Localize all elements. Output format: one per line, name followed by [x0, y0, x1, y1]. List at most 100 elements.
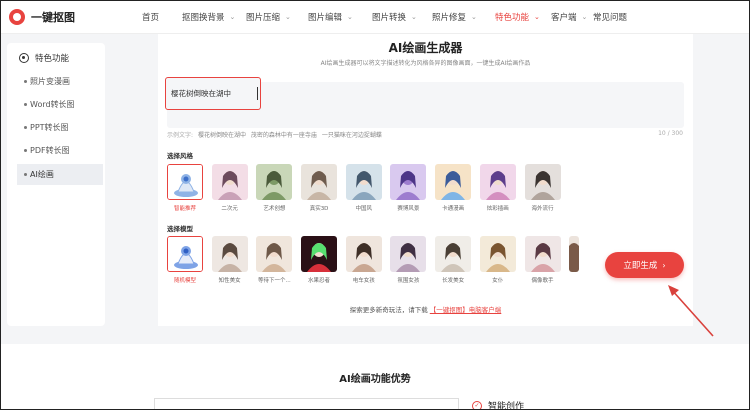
model-option-label: 氛围女孩 — [397, 278, 420, 284]
model-thumbnail — [256, 236, 293, 272]
model-option-label: 电车女孩 — [352, 278, 375, 284]
model-option-label: 水果忍者 — [308, 278, 331, 284]
style-option-label: 智能推荐 — [173, 206, 196, 212]
nav-item-label: 图片压缩 — [246, 12, 281, 23]
style-option-label: 卡通漫画 — [442, 206, 465, 212]
sidebar-item-4[interactable]: PDF转长图 — [17, 140, 103, 161]
example-prompt-3[interactable]: 一只猫咪在河边捉蝴蝶 — [322, 132, 382, 139]
example-prompt-1[interactable]: 樱花树倒映在湖中 — [198, 132, 246, 139]
sidebar: 特色功能 照片变漫画 Word转长图 PPT转长图 PDF转长图 AI绘画 — [7, 43, 105, 326]
logo-icon — [9, 8, 25, 25]
generator-card: AI绘画生成器 AI绘画生成器可以将文字描述转化为风格各异的图像画面，一键生成A… — [158, 34, 693, 326]
model-option-4[interactable]: 水果忍者 — [301, 236, 338, 284]
text-caret — [257, 87, 258, 100]
style-thumbnail — [524, 164, 561, 200]
nav-item-label: 客户端 — [551, 12, 577, 23]
nav-item-3[interactable]: 图片压缩 ⌄ — [246, 11, 308, 23]
model-thumbnail — [435, 236, 472, 272]
style-option-label: 海外流行 — [531, 206, 554, 212]
nav-item-6[interactable]: 照片修复 ⌄ — [432, 11, 495, 23]
sidebar-item-1[interactable]: 照片变漫画 — [17, 71, 103, 92]
model-thumbnail — [167, 236, 203, 272]
style-thumbnail — [167, 164, 203, 200]
advantage-feature-label: 智能创作 — [488, 402, 525, 410]
style-option-5[interactable]: 中国风 — [345, 164, 382, 212]
sidebar-item-5[interactable]: AI绘画 — [17, 164, 103, 185]
sidebar-header: 特色功能 — [7, 43, 105, 64]
model-option-label: 偶像歌手 — [531, 278, 554, 284]
generate-button[interactable]: 立即生成 › — [605, 252, 684, 278]
model-option-8[interactable]: 女仆 — [479, 236, 516, 284]
download-client-link[interactable]: 【一键抠图】电脑客户端 — [430, 306, 502, 314]
advantage-preview — [154, 398, 459, 410]
style-option-6[interactable]: 赛博风景 — [390, 164, 427, 212]
style-thumbnail — [479, 164, 516, 200]
nav-item-4[interactable]: 图片编辑 ⌄ — [308, 11, 372, 23]
target-icon — [19, 53, 29, 63]
style-option-label: 二次元 — [221, 206, 238, 212]
style-option-2[interactable]: 二次元 — [211, 164, 248, 212]
logo[interactable]: 一键抠图 — [9, 8, 119, 25]
style-section-label: 选择风格 — [167, 152, 193, 160]
model-thumbnail — [301, 236, 338, 272]
chevron-down-icon: ⌄ — [471, 12, 477, 21]
style-thumbnail — [435, 164, 472, 200]
example-prompts: 示例文字: 樱花树倒映在湖中 茂密的森林中有一座寺庙 一只猫咪在河边捉蝴蝶 — [167, 130, 382, 139]
style-options: 智能推荐 二次元 艺术创想 真实3D 中国风 赛博风景 卡通漫画 炫彩插画 海外流行 — [167, 164, 569, 212]
style-option-label: 中国风 — [355, 206, 372, 212]
style-thumbnail — [301, 164, 338, 200]
model-options: 随机模型 知性美女 等待下一个... 水果忍者 电车女孩 氛围女孩 长发美女 女仆 偶像歌手 — [167, 236, 580, 284]
sidebar-item-3[interactable]: PPT转长图 — [17, 117, 103, 138]
nav-item-9[interactable]: 常见问题 — [593, 11, 633, 23]
model-option-label: 等待下一个... — [258, 278, 291, 284]
model-thumbnail — [390, 236, 427, 272]
sidebar-item-2[interactable]: Word转长图 — [17, 94, 103, 115]
model-thumbnail — [479, 236, 516, 272]
nav-item-7[interactable]: 特色功能 ⌄ — [495, 11, 551, 23]
model-option-3[interactable]: 等待下一个... — [256, 236, 293, 284]
model-option-label: 女仆 — [492, 278, 504, 284]
advantages-title: AI绘画功能优势 — [339, 374, 411, 385]
style-option-1[interactable]: 智能推荐 — [167, 164, 203, 212]
chevron-down-icon: ⌄ — [229, 12, 236, 21]
model-thumbnail-partial[interactable] — [569, 236, 580, 272]
model-option-7[interactable]: 长发美女 — [435, 236, 472, 284]
style-option-7[interactable]: 卡通漫画 — [435, 164, 472, 212]
example-prompt-2[interactable]: 茂密的森林中有一座寺庙 — [251, 132, 317, 139]
model-option-6[interactable]: 氛围女孩 — [390, 236, 427, 284]
examples-label: 示例文字: — [167, 132, 194, 139]
sidebar-header-label: 特色功能 — [35, 54, 70, 64]
model-option-9[interactable]: 偶像歌手 — [524, 236, 561, 284]
nav-item-5[interactable]: 图片转换 ⌄ — [372, 11, 432, 23]
model-option-1[interactable]: 随机模型 — [167, 236, 203, 284]
style-option-label: 炫彩插画 — [486, 206, 509, 212]
chevron-right-icon: › — [662, 260, 666, 270]
chevron-down-icon: ⌄ — [411, 12, 417, 21]
nav-item-8[interactable]: 客户端 ⌄ — [551, 11, 593, 23]
page-title: AI绘画生成器 — [388, 41, 463, 55]
style-option-8[interactable]: 炫彩插画 — [479, 164, 516, 212]
style-option-label: 真实3D — [309, 206, 329, 212]
model-thumbnail — [345, 236, 382, 272]
nav-item-label: 首页 — [142, 12, 160, 23]
model-option-2[interactable]: 知性美女 — [211, 236, 248, 284]
style-thumbnail — [256, 164, 293, 200]
prompt-input[interactable] — [165, 77, 261, 110]
model-option-5[interactable]: 电车女孩 — [345, 236, 382, 284]
chevron-down-icon: ⌄ — [347, 12, 353, 21]
nav-item-2[interactable]: 抠图换背景 ⌄ — [182, 11, 246, 23]
style-option-label: 艺术创想 — [263, 206, 286, 212]
style-thumbnail — [390, 164, 427, 200]
chevron-down-icon: ⌄ — [285, 12, 291, 21]
chevron-down-icon: ⌄ — [581, 12, 588, 21]
style-option-3[interactable]: 艺术创想 — [256, 164, 293, 212]
model-thumbnail — [524, 236, 561, 272]
nav-item-label: 抠图换背景 — [182, 12, 225, 23]
char-counter: 10 / 300 — [658, 130, 683, 137]
download-hint: 探索更多新奇玩法，请下载 【一键抠图】电脑客户端 — [158, 304, 693, 314]
generate-button-label: 立即生成 — [623, 261, 658, 271]
nav-item-1[interactable]: 首页 — [142, 11, 182, 23]
style-option-9[interactable]: 海外流行 — [524, 164, 561, 212]
style-option-4[interactable]: 真实3D — [301, 164, 338, 212]
nav-item-label: 常见问题 — [593, 12, 628, 23]
